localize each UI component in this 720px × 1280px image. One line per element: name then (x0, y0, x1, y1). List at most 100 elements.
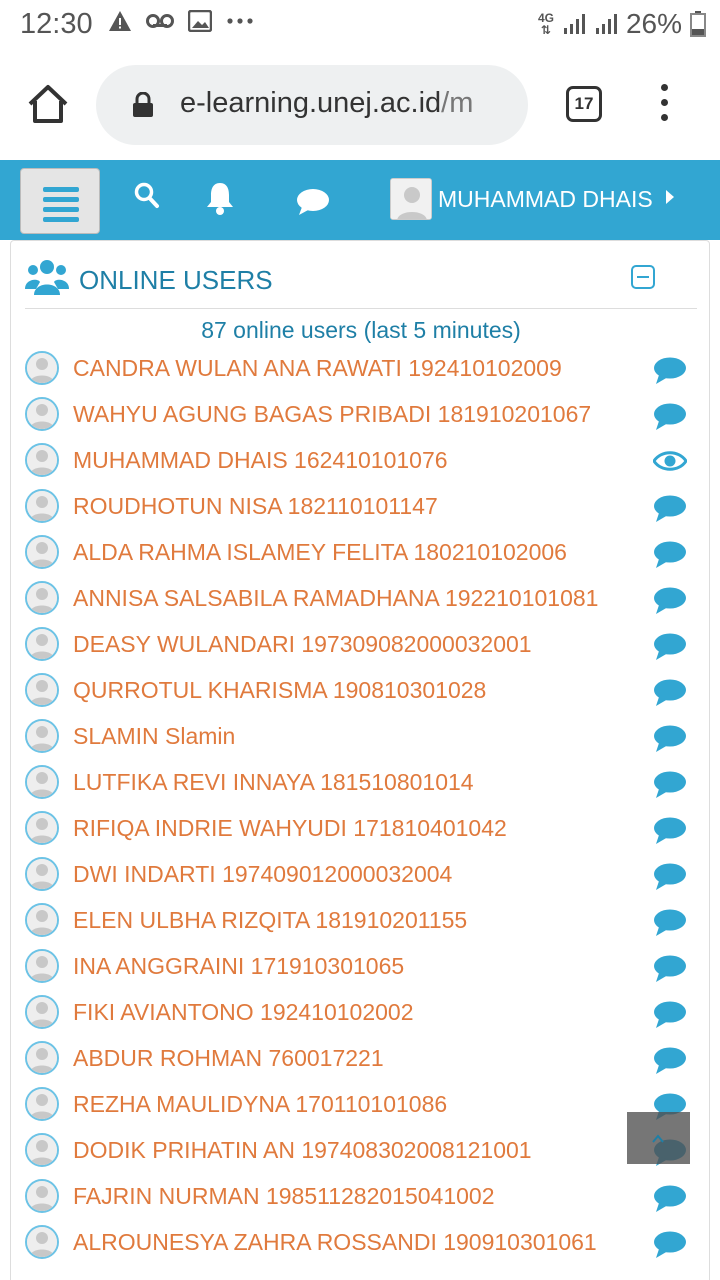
user-profile-link[interactable]: ANNISA SALSABILA RAMADHANA 192210101081 (73, 585, 598, 612)
message-icon[interactable] (653, 1231, 687, 1264)
user-avatar[interactable] (25, 535, 59, 569)
battery-percent: 26% (625, 8, 682, 39)
user-avatar[interactable] (25, 811, 59, 845)
user-avatar[interactable] (25, 765, 59, 799)
user-avatar[interactable] (25, 1133, 59, 1167)
message-icon[interactable] (653, 771, 687, 804)
user-profile-link[interactable]: MUHAMMAD DHAIS 162410101076 (73, 447, 448, 474)
list-item: RIFIQA INDRIE WAHYUDI 171810401042 (23, 805, 699, 851)
message-icon[interactable] (653, 909, 687, 942)
address-bar[interactable]: e-learning.unej.ac.id/m (96, 65, 528, 145)
user-profile-link[interactable]: FIKI AVIANTONO 192410102002 (73, 999, 414, 1026)
message-icon[interactable] (653, 1185, 687, 1218)
user-profile-link[interactable]: ABDUR ROHMAN 760017221 (73, 1045, 384, 1072)
home-icon[interactable] (24, 80, 72, 128)
user-avatar[interactable] (25, 581, 59, 615)
warning-icon (109, 11, 131, 31)
list-item: ROUDHOTUN NISA 182110101147 (23, 483, 699, 529)
user-profile-link[interactable]: SLAMIN Slamin (73, 723, 235, 750)
signal-icon (595, 14, 617, 34)
list-item: DWI INDARTI 197409012000032004 (23, 851, 699, 897)
user-avatar[interactable] (25, 949, 59, 983)
message-icon[interactable] (653, 541, 687, 574)
user-avatar[interactable] (25, 397, 59, 431)
user-profile-link[interactable]: RIFIQA INDRIE WAHYUDI 171810401042 (73, 815, 507, 842)
online-users-block: ONLINE USERS 87 online users (last 5 min… (10, 240, 710, 1280)
tab-switcher-button[interactable]: 17 (566, 86, 602, 122)
list-item: QURROTUL KHARISMA 190810301028 (23, 667, 699, 713)
bell-icon[interactable] (204, 180, 236, 216)
list-item: DODIK PRIHATIN AN 197408302008121001 (23, 1127, 699, 1173)
search-icon[interactable] (134, 182, 160, 210)
user-profile-link[interactable]: DWI INDARTI 197409012000032004 (73, 861, 452, 888)
user-avatar[interactable] (25, 719, 59, 753)
more-icon (227, 18, 253, 24)
message-icon[interactable] (653, 1047, 687, 1080)
list-item: LUTFIKA REVI INNAYA 181510801014 (23, 759, 699, 805)
user-avatar[interactable] (25, 1087, 59, 1121)
message-icon[interactable] (653, 725, 687, 758)
browser-toolbar: e-learning.unej.ac.id/m 17 (0, 50, 720, 160)
user-menu-caret-icon[interactable] (666, 190, 674, 204)
network-type: 4G ⇅ (537, 11, 554, 37)
user-profile-link[interactable]: ALDA RAHMA ISLAMEY FELITA 180210102006 (73, 539, 567, 566)
user-avatar[interactable] (25, 627, 59, 661)
user-profile-link[interactable]: CANDRA WULAN ANA RAWATI 192410102009 (73, 355, 562, 382)
user-menu-name[interactable]: MUHAMMAD DHAIS (438, 186, 653, 213)
status-notification-icons (108, 10, 254, 32)
list-item: WAHYU AGUNG BAGAS PRIBADI 181910201067 (23, 391, 699, 437)
nav-drawer-button[interactable] (20, 168, 100, 234)
block-header: ONLINE USERS (25, 257, 697, 309)
user-avatar[interactable] (25, 903, 59, 937)
message-icon[interactable] (653, 955, 687, 988)
message-icon[interactable] (653, 1001, 687, 1034)
status-time: 12:30 (20, 8, 93, 40)
user-avatar[interactable] (390, 178, 432, 220)
user-avatar[interactable] (25, 351, 59, 385)
status-bar: 12:30 4G ⇅ 26% (0, 0, 720, 50)
user-avatar[interactable] (25, 1225, 59, 1259)
list-item: ALROUNESYA ZAHRA ROSSANDI 190910301061 (23, 1219, 699, 1265)
list-item: ELEN ULBHA RIZQITA 181910201155 (23, 897, 699, 943)
user-profile-link[interactable]: DODIK PRIHATIN AN 197408302008121001 (73, 1137, 532, 1164)
user-profile-link[interactable]: ALROUNESYA ZAHRA ROSSANDI 190910301061 (73, 1229, 597, 1256)
list-item: INA ANGGRAINI 171910301065 (23, 943, 699, 989)
message-icon[interactable] (653, 817, 687, 850)
user-profile-link[interactable]: LUTFIKA REVI INNAYA 181510801014 (73, 769, 474, 796)
user-avatar[interactable] (25, 1041, 59, 1075)
chat-icon[interactable] (296, 188, 330, 216)
list-item: ABDUR ROHMAN 760017221 (23, 1035, 699, 1081)
url-text: e-learning.unej.ac.id/m (180, 87, 474, 119)
back-to-top-button[interactable] (627, 1112, 690, 1164)
message-icon[interactable] (653, 403, 687, 436)
users-icon (25, 260, 69, 295)
user-profile-link[interactable]: WAHYU AGUNG BAGAS PRIBADI 181910201067 (73, 401, 591, 428)
site-header: MUHAMMAD DHAIS (0, 160, 720, 240)
message-icon[interactable] (653, 357, 687, 390)
user-profile-link[interactable]: FAJRIN NURMAN 198511282015041002 (73, 1183, 495, 1210)
message-icon[interactable] (653, 587, 687, 620)
user-profile-link[interactable]: INA ANGGRAINI 171910301065 (73, 953, 404, 980)
user-avatar[interactable] (25, 489, 59, 523)
user-profile-link[interactable]: ELEN ULBHA RIZQITA 181910201155 (73, 907, 467, 934)
user-avatar[interactable] (25, 673, 59, 707)
user-profile-link[interactable]: REZHA MAULIDYNA 170110101086 (73, 1091, 447, 1118)
block-title: ONLINE USERS (79, 265, 273, 295)
user-profile-link[interactable]: DEASY WULANDARI 197309082000032001 (73, 631, 532, 658)
list-item: REZHA MAULIDYNA 170110101086 (23, 1081, 699, 1127)
message-icon[interactable] (653, 495, 687, 528)
collapse-block-button[interactable] (631, 265, 655, 289)
user-avatar[interactable] (25, 995, 59, 1029)
message-icon[interactable] (653, 633, 687, 666)
eye-icon[interactable] (652, 449, 688, 478)
message-icon[interactable] (653, 863, 687, 896)
user-avatar[interactable] (25, 857, 59, 891)
user-profile-link[interactable]: ROUDHOTUN NISA 182110101147 (73, 493, 438, 520)
browser-menu-icon[interactable] (652, 84, 676, 124)
list-item: ANNISA SALSABILA RAMADHANA 192210101081 (23, 575, 699, 621)
user-avatar[interactable] (25, 443, 59, 477)
chevron-up-icon (652, 1134, 664, 1143)
message-icon[interactable] (653, 679, 687, 712)
user-avatar[interactable] (25, 1179, 59, 1213)
user-profile-link[interactable]: QURROTUL KHARISMA 190810301028 (73, 677, 486, 704)
